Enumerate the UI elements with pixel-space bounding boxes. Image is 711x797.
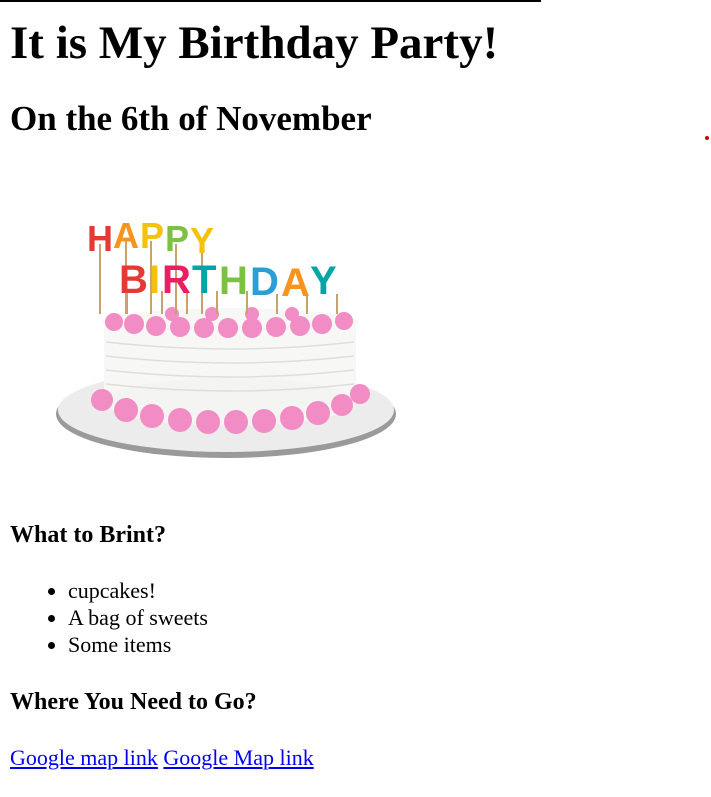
- list-item: Some items: [68, 631, 208, 658]
- bring-heading: What to Brint?: [10, 522, 166, 548]
- top-rule: [0, 0, 541, 2]
- candle-letter: Y: [310, 259, 337, 303]
- bring-list: cupcakes! A bag of sweets Some items: [10, 577, 208, 658]
- candle-letter: I: [149, 258, 160, 302]
- page: It is My Birthday Party! On the 6th of N…: [0, 0, 711, 797]
- candle-letter: H: [87, 218, 113, 259]
- candle-letter: R: [162, 258, 191, 302]
- list-item: A bag of sweets: [68, 604, 208, 631]
- google-map-link[interactable]: Google map link: [10, 745, 158, 770]
- candle-letter: A: [281, 261, 310, 305]
- candle-letter: P: [140, 215, 164, 256]
- where-heading: Where You Need to Go?: [10, 689, 257, 715]
- list-item: cupcakes!: [68, 577, 208, 604]
- candle-letter: H: [219, 259, 248, 303]
- red-dot: [705, 136, 709, 140]
- candle-letter: P: [165, 218, 189, 259]
- map-links: Google map link Google Map link: [10, 744, 314, 772]
- candle-letter: B: [119, 258, 148, 302]
- birthday-cake-image: H A P P Y B I R T H D A Y: [56, 215, 396, 458]
- candle-letter: A: [113, 215, 139, 256]
- candle-letter: D: [250, 260, 279, 304]
- candle-letter: T: [192, 258, 216, 302]
- candle-letter: Y: [190, 220, 214, 261]
- party-date-heading: On the 6th of November: [10, 99, 372, 138]
- google-map-link-2[interactable]: Google Map link: [163, 745, 313, 770]
- page-title: It is My Birthday Party!: [10, 17, 499, 69]
